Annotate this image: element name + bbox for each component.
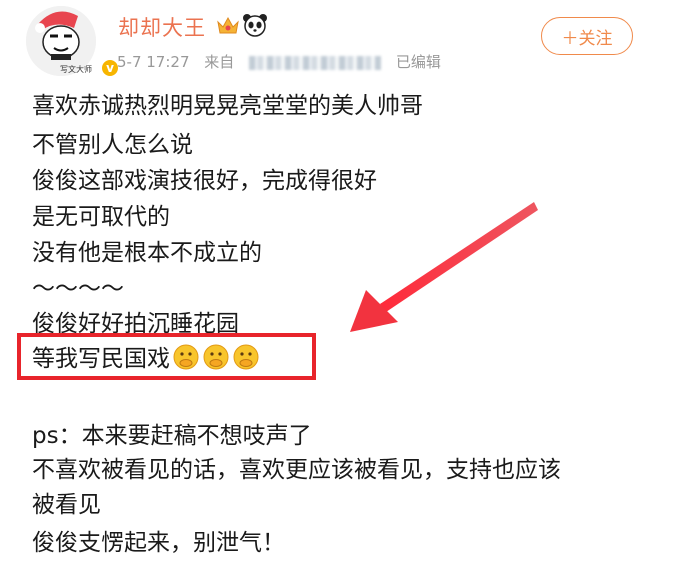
blurred-source: [249, 55, 382, 70]
post-line: 不喜欢被看见的话，喜欢更应该被看见，支持也应该: [32, 457, 561, 483]
post-line: 被看见: [32, 492, 101, 518]
source-prefix: 来自: [204, 53, 235, 71]
panda-icon: [243, 14, 267, 37]
post-line: 俊俊这部戏演技很好，完成得很好: [32, 168, 377, 194]
post-meta: 5-7 17:27 来自 已编辑: [117, 51, 451, 72]
avatar-caption: 写文大师: [60, 65, 92, 74]
post-line: 是无可取代的: [32, 204, 170, 230]
crown-icon: [217, 16, 239, 34]
post-line: ps：本来要赶稿不想吱声了: [32, 423, 312, 449]
follow-button[interactable]: ＋关注: [541, 17, 633, 55]
post-line: 喜欢赤诚热烈明晃晃亮堂堂的美人帅哥: [32, 93, 423, 119]
avatar[interactable]: 写文大师 v: [26, 6, 120, 78]
post-line: 俊俊支愣起来，别泄气！: [32, 530, 285, 556]
timestamp: 5-7 17:27: [117, 53, 190, 71]
post-line: 不管别人怎么说: [32, 132, 193, 158]
edited-label: 已编辑: [395, 53, 441, 71]
post-line: 没有他是根本不成立的: [32, 240, 262, 266]
highlight-box: [17, 333, 316, 380]
username[interactable]: 却却大王: [118, 12, 206, 42]
post-line: ～～～～: [32, 276, 124, 302]
